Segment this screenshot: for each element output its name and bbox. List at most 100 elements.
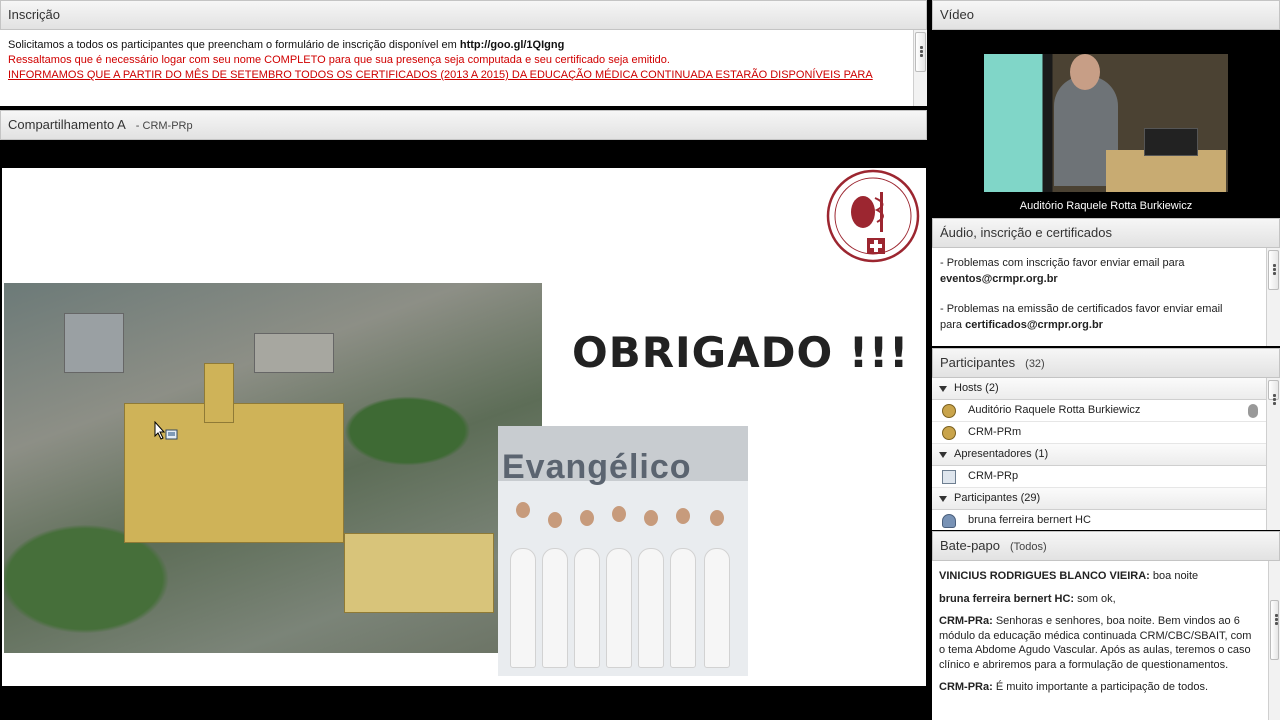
chat-scroll-thumb[interactable] <box>1270 600 1279 660</box>
audio-scroll-thumb[interactable] <box>1268 250 1279 290</box>
slide-title: OBRIGADO !!! <box>572 328 910 377</box>
share-title: Compartilhamento A <box>8 117 126 132</box>
participants-group-hosts[interactable]: Hosts (2) <box>932 378 1266 400</box>
chat-author: bruna ferreira bernert HC: <box>939 592 1075 605</box>
chat-message: VINICIUS RODRIGUES BLANCO VIEIRA: boa no… <box>939 569 1256 584</box>
share-pod-header[interactable]: Compartilhamento A - CRM-PRp <box>0 110 927 140</box>
team-member <box>638 548 664 668</box>
participants-count: (32) <box>1025 358 1045 370</box>
team-member-head <box>516 502 530 518</box>
team-photo-sign: Evangélico <box>502 448 692 486</box>
group-label: Participantes (29) <box>954 492 1041 504</box>
participant-name: bruna ferreira bernert HC <box>968 514 1091 526</box>
chat-text: som ok, <box>1074 592 1116 605</box>
inscricao-line3[interactable]: INFORMAMOS QUE A PARTIR DO MÊS DE SETEMB… <box>8 68 907 83</box>
audio-scrollbar[interactable] <box>1266 248 1280 346</box>
city-hospital-photo <box>4 283 542 653</box>
video-pod-header[interactable]: Vídeo <box>932 0 1280 30</box>
team-member <box>704 548 730 668</box>
audio-pod-header[interactable]: Áudio, inscrição e certificados <box>932 218 1280 248</box>
audio-line1: - Problemas com inscrição favor enviar e… <box>940 257 1185 269</box>
participant-row[interactable]: Auditório Raquele Rotta Burkiewicz <box>932 400 1266 422</box>
crm-seal-icon <box>826 169 920 263</box>
host-icon <box>942 404 956 418</box>
inscricao-pod-header[interactable]: Inscrição <box>0 0 927 30</box>
inscricao-line2: Ressaltamos que é necessário logar com s… <box>8 54 670 66</box>
participants-list: Hosts (2) Auditório Raquele Rotta Burkie… <box>932 378 1266 530</box>
chat-title: Bate-papo <box>940 538 1000 553</box>
audio-line3: para certificados@crmpr.org.br <box>940 318 1262 334</box>
participants-pod-header[interactable]: Participantes (32) <box>932 348 1280 378</box>
team-member <box>542 548 568 668</box>
chat-text: boa noite <box>1149 570 1199 582</box>
audio-email2-text[interactable]: certificados@crmpr.org.br <box>965 319 1103 331</box>
video-laptop <box>1144 128 1198 156</box>
team-member <box>574 548 600 668</box>
video-feed[interactable] <box>984 54 1228 192</box>
host-icon <box>942 426 956 440</box>
chat-message: CRM-PRa: É muito importante a participaç… <box>939 680 1256 695</box>
video-caption: Auditório Raquele Rotta Burkiewicz <box>1019 200 1193 212</box>
participants-group-participants[interactable]: Participantes (29) <box>932 488 1266 510</box>
audio-title: Áudio, inscrição e certificados <box>940 225 1112 240</box>
inscricao-line1-text: Solicitamos a todos os participantes que… <box>8 39 460 51</box>
team-member-head <box>612 506 626 522</box>
inscricao-scrollbar[interactable] <box>913 30 927 106</box>
inscricao-scroll-thumb[interactable] <box>915 32 926 72</box>
audio-pod: Áudio, inscrição e certificados - Proble… <box>932 218 1280 346</box>
video-title: Vídeo <box>940 7 974 22</box>
video-pod: Vídeo Auditório Raquele Rotta Burkiewicz <box>932 0 1280 216</box>
chat-body: VINICIUS RODRIGUES BLANCO VIEIRA: boa no… <box>932 561 1280 720</box>
participants-title: Participantes <box>940 355 1016 370</box>
team-member <box>510 548 536 668</box>
chat-scrollbar[interactable] <box>1268 561 1280 720</box>
audio-body: - Problemas com inscrição favor enviar e… <box>932 248 1280 346</box>
shared-slide: Evangélico OBRIGADO !!! <box>2 168 926 686</box>
team-member-head <box>644 510 658 526</box>
inscricao-title: Inscrição <box>8 7 61 22</box>
audio-email1: eventos@crmpr.org.br <box>940 272 1262 288</box>
inscricao-link[interactable]: http://goo.gl/1QIgng <box>460 39 564 51</box>
inscricao-body: Solicitamos a todos os participantes que… <box>0 30 927 106</box>
chat-pod: Bate-papo (Todos) VINICIUS RODRIGUES BLAN… <box>932 531 1280 720</box>
share-presenter: - CRM-PRp <box>135 120 193 132</box>
participants-scrollbar[interactable] <box>1266 378 1280 530</box>
audio-spacer <box>940 287 1262 302</box>
mouse-pointer-icon <box>154 421 178 440</box>
video-speaker-face <box>1070 54 1100 90</box>
chat-author: CRM-PRa: <box>939 615 993 627</box>
participant-row[interactable]: bruna ferreira bernert HC <box>932 510 1266 530</box>
participants-pod: Participantes (32) Hosts (2) Auditório Ra… <box>932 348 1280 530</box>
city-building <box>64 313 124 373</box>
team-member <box>670 548 696 668</box>
presenter-icon <box>942 470 956 484</box>
microphone-icon <box>1248 404 1258 418</box>
participant-row[interactable]: CRM-PRm <box>932 422 1266 444</box>
video-body: Auditório Raquele Rotta Burkiewicz <box>932 30 1280 216</box>
participants-scroll-thumb[interactable] <box>1268 380 1279 401</box>
chat-pod-header[interactable]: Bate-papo (Todos) <box>932 531 1280 561</box>
chat-scope[interactable]: (Todos) <box>1010 541 1047 553</box>
participant-name: Auditório Raquele Rotta Burkiewicz <box>968 404 1141 416</box>
team-member-head <box>676 508 690 524</box>
participants-body: Hosts (2) Auditório Raquele Rotta Burkie… <box>932 378 1280 530</box>
team-member-head <box>710 510 724 526</box>
audio-line2: - Problemas na emissão de certificados f… <box>940 303 1223 315</box>
user-icon <box>942 514 956 528</box>
city-building <box>254 333 334 373</box>
inscricao-line1: Solicitamos a todos os participantes que… <box>8 38 907 53</box>
team-member-head <box>548 512 562 528</box>
team-member <box>606 548 632 668</box>
audio-line3-prefix: para <box>940 318 966 331</box>
inscricao-pod: Inscrição Solicitamos a todos os partici… <box>0 0 927 106</box>
chat-message: bruna ferreira bernert HC: som ok, <box>939 592 1256 607</box>
chat-author: CRM-PRa: <box>939 681 993 693</box>
participant-name: CRM-PRm <box>968 426 1022 438</box>
audio-email1-text[interactable]: eventos@crmpr.org.br <box>940 273 1058 285</box>
participants-group-presenters[interactable]: Apresentadores (1) <box>932 444 1266 466</box>
participant-name: CRM-PRp <box>968 470 1019 482</box>
chat-message: CRM-PRa: Senhoras e senhores, boa noite.… <box>939 614 1256 672</box>
group-label: Hosts (2) <box>954 382 999 394</box>
chat-author: VINICIUS RODRIGUES BLANCO VIEIRA: <box>939 570 1150 582</box>
participant-row[interactable]: CRM-PRp <box>932 466 1266 488</box>
